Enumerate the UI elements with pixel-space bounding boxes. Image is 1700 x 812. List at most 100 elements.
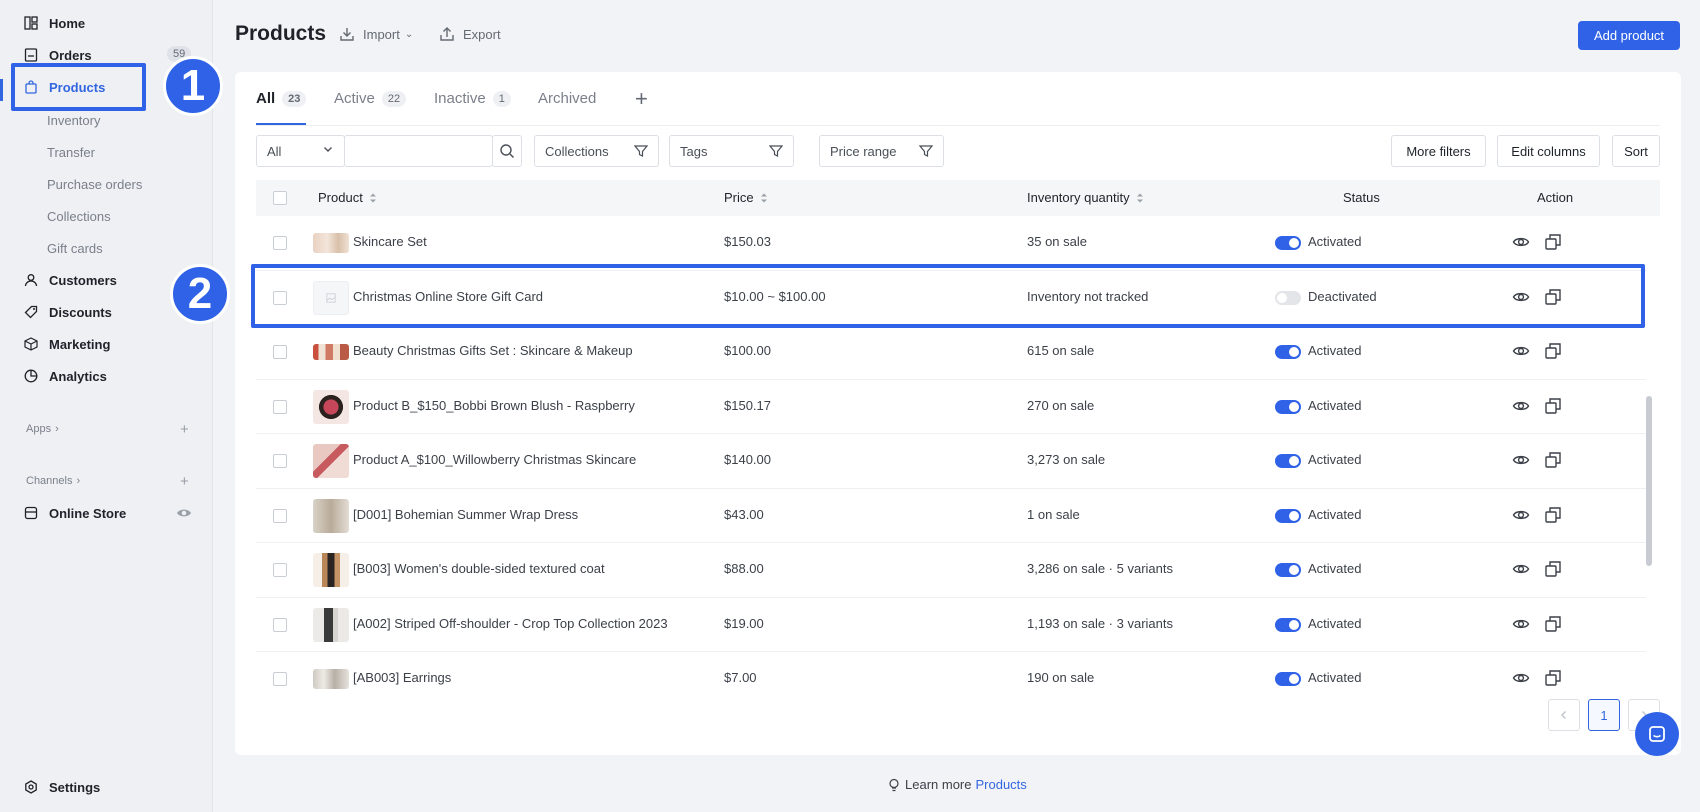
sidebar-item-label: Marketing [49,336,111,352]
table-scrollbar[interactable] [1646,216,1652,689]
chat-button[interactable] [1635,712,1679,756]
row-checkbox[interactable] [273,345,287,359]
row-checkbox[interactable] [273,617,287,632]
product-name[interactable]: Beauty Christmas Gifts Set : Skincare & … [353,343,633,358]
product-name[interactable]: [D001] Bohemian Summer Wrap Dress [353,507,578,522]
add-product-button[interactable]: Add product [1578,21,1680,50]
export-button[interactable]: Export [439,26,501,42]
row-checkbox[interactable] [273,672,287,686]
sidebar-item-gift-cards[interactable]: Gift cards [47,237,103,259]
more-filters-button[interactable]: More filters [1391,135,1486,167]
eye-icon[interactable] [1512,397,1530,415]
product-thumbnail [313,389,349,424]
tab-all[interactable]: All 23 [256,90,307,107]
table-row[interactable]: Product A_$100_Willowberry Christmas Ski… [256,434,1646,489]
status-toggle[interactable] [1275,563,1301,577]
sidebar-item-marketing[interactable]: Marketing [24,332,110,356]
product-name[interactable]: Product A_$100_Willowberry Christmas Ski… [353,452,636,467]
sidebar-item-collections[interactable]: Collections [47,205,111,227]
sidebar-item-analytics[interactable]: Analytics [24,364,107,388]
sidebar-item-inventory[interactable]: Inventory [47,109,100,131]
sidebar-item-transfer[interactable]: Transfer [47,141,95,163]
add-app-icon[interactable]: + [180,421,189,438]
product-name[interactable]: [B003] Women's double-sided textured coa… [353,561,605,576]
person-icon [24,273,38,287]
status-toggle[interactable] [1275,454,1301,468]
scope-select[interactable]: All [256,135,345,167]
table-row[interactable]: [D001] Bohemian Summer Wrap Dress $43.00… [256,489,1646,543]
status-toggle[interactable] [1275,508,1301,523]
status-toggle[interactable] [1275,399,1301,414]
eye-icon[interactable] [1512,451,1530,469]
copy-icon[interactable] [1544,615,1562,633]
add-tab-icon[interactable]: + [635,86,648,112]
copy-icon[interactable] [1544,506,1562,524]
sidebar-item-label: Home [49,15,86,31]
apps-section[interactable]: Apps › [26,423,59,435]
sidebar-item-online-store[interactable]: Online Store [24,501,126,525]
tags-filter[interactable]: Tags [669,135,794,167]
scrollbar-thumb[interactable] [1646,396,1652,566]
tab-active[interactable]: Active 22 [334,90,407,107]
edit-columns-button[interactable]: Edit columns [1497,135,1600,167]
page-number-button[interactable]: 1 [1588,699,1620,731]
row-checkbox[interactable] [273,236,287,250]
add-channel-icon[interactable]: + [180,473,189,490]
column-header-inventory[interactable]: Inventory quantity [1027,190,1144,205]
row-checkbox[interactable] [273,563,287,577]
eye-icon[interactable] [1512,233,1530,251]
eye-icon[interactable] [1512,615,1530,633]
product-name[interactable]: Product B_$150_Bobbi Brown Blush - Raspb… [353,398,635,413]
channels-section[interactable]: Channels › [26,475,80,487]
copy-icon[interactable] [1544,342,1562,360]
search-input[interactable] [344,135,493,167]
row-checkbox[interactable] [273,399,287,414]
product-price: $43.00 [724,506,764,522]
import-button[interactable]: Import ⌄ [339,26,413,42]
sidebar-item-discounts[interactable]: Discounts [24,300,112,324]
table-row[interactable]: Beauty Christmas Gifts Set : Skincare & … [256,325,1646,380]
table-row[interactable]: Product B_$150_Bobbi Brown Blush - Raspb… [256,380,1646,434]
sidebar-item-purchase-orders[interactable]: Purchase orders [47,173,142,195]
learn-more-link[interactable]: Products [975,777,1026,792]
product-name[interactable]: [AB003] Earrings [353,670,451,685]
row-checkbox[interactable] [273,454,287,468]
eye-icon[interactable] [1512,506,1530,524]
table-row[interactable]: Skincare Set $150.03 35 on sale Activate… [256,216,1646,271]
eye-icon[interactable] [1512,342,1530,360]
prev-page-button[interactable] [1548,699,1580,731]
import-label: Import [363,26,400,42]
column-header-product[interactable]: Product [318,190,377,205]
copy-icon[interactable] [1544,397,1562,415]
sidebar-item-customers[interactable]: Customers [24,268,117,292]
table-row[interactable]: [AB003] Earrings $7.00 190 on sale Activ… [256,652,1646,689]
eye-icon[interactable] [1512,669,1530,687]
product-price: $88.00 [724,561,764,576]
status-toggle[interactable] [1275,236,1301,250]
tab-inactive[interactable]: Inactive 1 [434,90,511,107]
row-checkbox[interactable] [273,508,287,523]
search-button[interactable] [492,135,522,167]
sidebar-item-settings[interactable]: Settings [24,775,100,799]
copy-icon[interactable] [1544,560,1562,578]
status-toggle[interactable] [1275,345,1301,359]
collections-filter[interactable]: Collections [534,135,659,167]
table-row[interactable]: [B003] Women's double-sided textured coa… [256,543,1646,598]
tab-archived[interactable]: Archived [538,90,596,107]
sort-button[interactable]: Sort [1612,135,1660,167]
copy-icon[interactable] [1544,669,1562,687]
table-row[interactable]: [A002] Striped Off-shoulder - Crop Top C… [256,598,1646,652]
copy-icon[interactable] [1544,233,1562,251]
eye-icon[interactable] [176,505,192,521]
column-header-price[interactable]: Price [724,190,768,205]
eye-icon[interactable] [1512,560,1530,578]
select-all-checkbox[interactable] [273,191,287,205]
status-toggle[interactable] [1275,672,1301,686]
product-name[interactable]: [A002] Striped Off-shoulder - Crop Top C… [353,616,668,631]
tab-label: Archived [538,90,597,107]
status-toggle[interactable] [1275,617,1301,632]
sidebar-item-home[interactable]: Home [24,11,85,35]
product-name[interactable]: Skincare Set [353,234,427,249]
copy-icon[interactable] [1544,451,1562,469]
price-range-filter[interactable]: Price range [819,135,944,167]
